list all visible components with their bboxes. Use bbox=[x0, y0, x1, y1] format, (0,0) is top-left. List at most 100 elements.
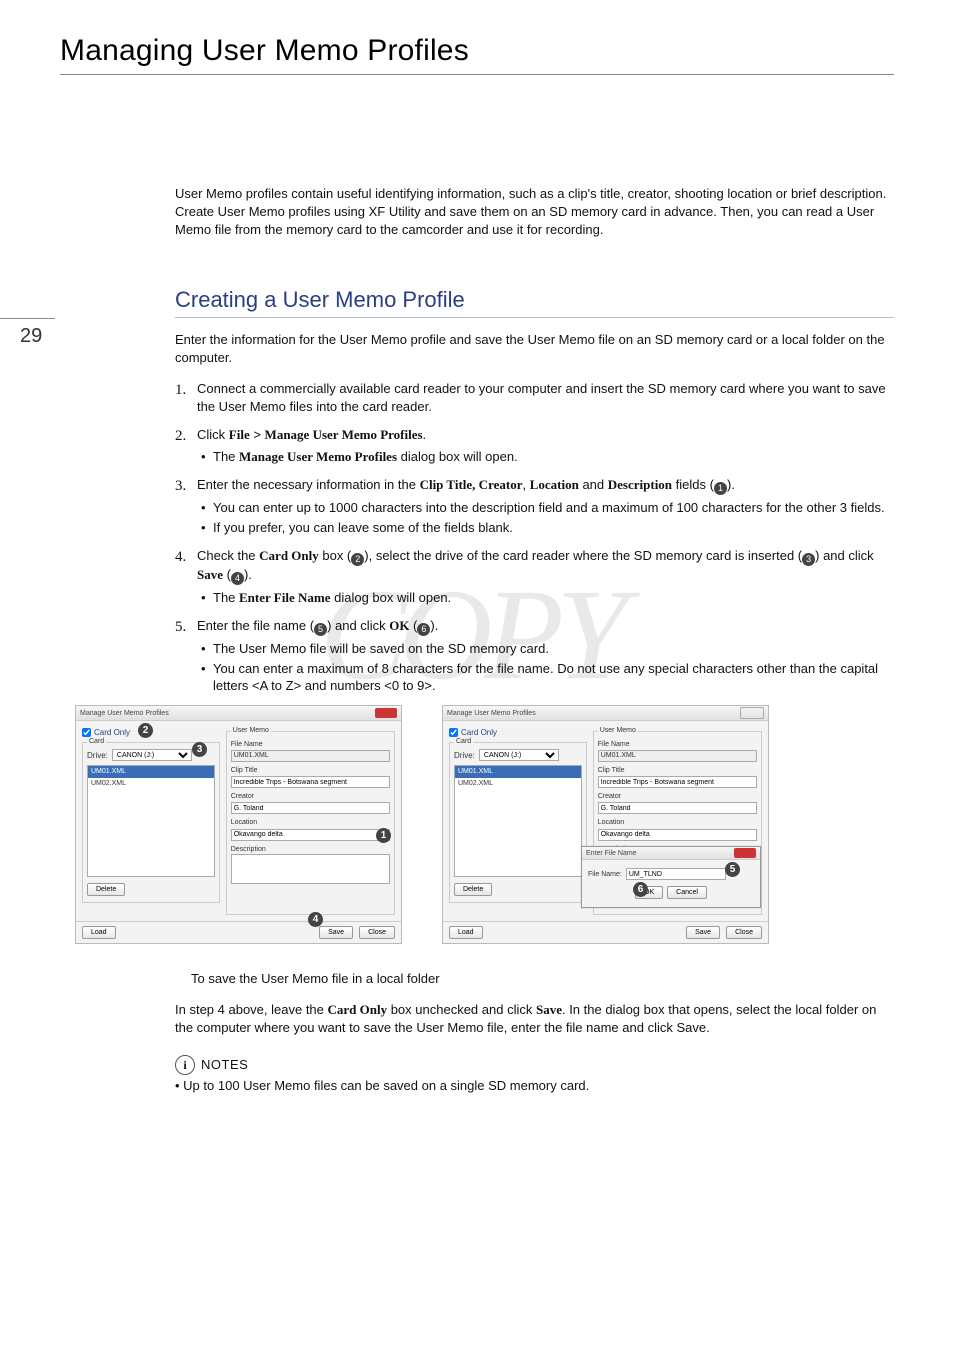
t: Save bbox=[197, 567, 223, 582]
t: ), select the drive of the card reader w… bbox=[364, 548, 802, 563]
load-button[interactable]: Load bbox=[82, 926, 116, 939]
location-label: Location bbox=[231, 818, 390, 828]
drive-select[interactable]: CANON (J:) bbox=[112, 749, 192, 761]
t: ( bbox=[409, 618, 417, 633]
step-2: 2. Click File > Manage User Memo Profile… bbox=[175, 426, 894, 466]
intro-paragraph: User Memo profiles contain useful identi… bbox=[175, 185, 894, 239]
step-5: 5. Enter the file name (5) and click OK … bbox=[175, 617, 894, 696]
filename-label: File Name bbox=[231, 740, 390, 750]
t: Location bbox=[530, 477, 579, 492]
location-input[interactable] bbox=[598, 829, 757, 841]
creator-input[interactable] bbox=[598, 802, 757, 814]
file-list[interactable]: UM01.XML UM02.XML bbox=[87, 765, 215, 877]
description-input[interactable] bbox=[231, 854, 390, 884]
t: Description bbox=[608, 477, 672, 492]
list-item[interactable]: UM01.XML bbox=[88, 766, 214, 778]
list-item[interactable]: UM01.XML bbox=[455, 766, 581, 778]
card-group: Card Drive: CANON (J:) UM01.XML UM02.XML… bbox=[82, 742, 220, 903]
section-intro: Enter the information for the User Memo … bbox=[175, 331, 894, 367]
t: OK bbox=[389, 618, 409, 633]
description-label: Description bbox=[231, 845, 390, 855]
dialog-enter-file-name: Enter File Name File Name: OK Cancel bbox=[581, 846, 761, 908]
location-input[interactable] bbox=[231, 829, 390, 841]
t: ). bbox=[727, 477, 735, 492]
delete-button[interactable]: Delete bbox=[87, 883, 125, 896]
t: Card Only bbox=[259, 548, 319, 563]
user-memo-legend: User Memo bbox=[598, 726, 638, 736]
list-item[interactable]: UM02.XML bbox=[455, 778, 581, 790]
t: Clip Title, Creator bbox=[420, 477, 523, 492]
user-memo-group: User Memo File Name UM01.XML Clip Title … bbox=[226, 731, 395, 915]
dialog-manage-profiles-right: Manage User Memo Profiles Card Only Card… bbox=[442, 705, 769, 944]
step-3-sub1: You can enter up to 1000 characters into… bbox=[201, 499, 894, 517]
cliptitle-input[interactable] bbox=[598, 776, 757, 788]
filename-value: UM01.XML bbox=[231, 750, 390, 762]
delete-button[interactable]: Delete bbox=[454, 883, 492, 896]
save-button[interactable]: Save bbox=[319, 926, 353, 939]
t: fields ( bbox=[672, 477, 714, 492]
t: dialog box will open. bbox=[330, 590, 451, 605]
dialog-title: Manage User Memo Profiles bbox=[447, 709, 536, 719]
t: > bbox=[250, 427, 265, 442]
cliptitle-input[interactable] bbox=[231, 776, 390, 788]
section-rule bbox=[175, 317, 894, 318]
t: Save bbox=[536, 1002, 562, 1017]
list-item[interactable]: UM02.XML bbox=[88, 778, 214, 790]
t: ( bbox=[223, 567, 231, 582]
t: , bbox=[522, 477, 529, 492]
file-list[interactable]: UM01.XML UM02.XML bbox=[454, 765, 582, 877]
t: box ( bbox=[319, 548, 352, 563]
step-3-text: Enter the necessary information in the C… bbox=[197, 477, 735, 492]
step-4: 4. Check the Card Only box (2), select t… bbox=[175, 547, 894, 607]
page-number: 29 bbox=[20, 325, 42, 348]
t: Check the bbox=[197, 548, 259, 563]
t: Card Only bbox=[328, 1002, 388, 1017]
card-group: Card Drive: CANON (J:) UM01.XML UM02.XML… bbox=[449, 742, 587, 903]
t: ) and click bbox=[815, 548, 874, 563]
callout-6-icon: 6 bbox=[417, 623, 430, 636]
title-rule bbox=[60, 74, 894, 75]
user-memo-legend: User Memo bbox=[231, 726, 271, 736]
save-button[interactable]: Save bbox=[686, 926, 720, 939]
drive-select[interactable]: CANON (J:) bbox=[479, 749, 559, 761]
t: The bbox=[213, 449, 239, 464]
notes-item: • Up to 100 User Memo files can be saved… bbox=[175, 1077, 894, 1095]
t: dialog box will open. bbox=[397, 449, 518, 464]
cancel-button[interactable]: Cancel bbox=[667, 886, 707, 899]
t: Enter the file name ( bbox=[197, 618, 314, 633]
modal-filename-label: File Name: bbox=[588, 870, 622, 880]
location-label: Location bbox=[598, 818, 757, 828]
close-button[interactable]: Close bbox=[726, 926, 762, 939]
creator-input[interactable] bbox=[231, 802, 390, 814]
t: Click bbox=[197, 427, 229, 442]
creator-label: Creator bbox=[231, 792, 390, 802]
load-button[interactable]: Load bbox=[449, 926, 483, 939]
t: Enter the necessary information in the bbox=[197, 477, 420, 492]
step-4-text: Check the Card Only box (2), select the … bbox=[197, 548, 874, 582]
t: Up to 100 User Memo files can be saved o… bbox=[183, 1078, 589, 1093]
close-icon[interactable] bbox=[734, 848, 756, 858]
step-3-sub2: If you prefer, you can leave some of the… bbox=[201, 519, 894, 537]
step-5-sub1: The User Memo file will be saved on the … bbox=[201, 640, 894, 658]
modal-filename-input[interactable] bbox=[626, 868, 726, 880]
t: Manage User Memo Profiles bbox=[239, 449, 397, 464]
t: box unchecked and click bbox=[387, 1002, 536, 1017]
page-number-rule bbox=[0, 318, 55, 319]
drive-label: Drive: bbox=[454, 750, 475, 761]
callout-3-icon: 3 bbox=[802, 553, 815, 566]
local-folder-paragraph: In step 4 above, leave the Card Only box… bbox=[175, 1001, 894, 1037]
close-button[interactable]: Close bbox=[359, 926, 395, 939]
t: Enter File Name bbox=[239, 590, 330, 605]
window-button-icon[interactable] bbox=[740, 707, 764, 719]
dialog-manage-profiles-left: Manage User Memo Profiles Card Only Card… bbox=[75, 705, 402, 944]
t: The bbox=[213, 590, 239, 605]
cliptitle-label: Clip Title bbox=[598, 766, 757, 776]
drive-label: Drive: bbox=[87, 750, 108, 761]
section-title: Creating a User Memo Profile bbox=[175, 285, 894, 315]
t: In step 4 above, leave the bbox=[175, 1002, 328, 1017]
t: ). bbox=[430, 618, 438, 633]
t: . bbox=[423, 427, 427, 442]
callout-4-icon: 4 bbox=[231, 572, 244, 585]
step-1: 1. Connect a commercially available card… bbox=[175, 380, 894, 416]
close-icon[interactable] bbox=[375, 708, 397, 718]
